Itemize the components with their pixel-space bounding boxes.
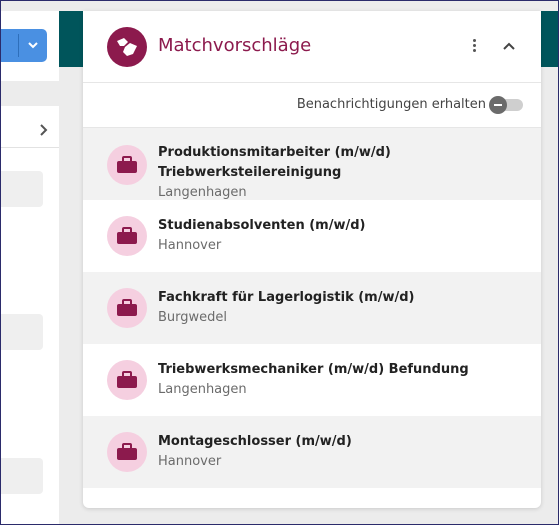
briefcase-icon <box>117 227 137 244</box>
toggle-off-icon <box>489 96 507 114</box>
briefcase-icon <box>117 299 137 316</box>
input-field[interactable] <box>1 171 43 207</box>
job-title: Montageschlosser (m/w/d) <box>158 434 352 449</box>
logo <box>107 27 147 67</box>
panel-header: Matchvorschläge <box>83 11 541 83</box>
job-list-item[interactable]: Produktionsmitarbeiter (m/w/d) Triebwerk… <box>83 128 541 200</box>
job-list-item[interactable]: Studienabsolventen (m/w/d) Hannover <box>83 200 541 272</box>
handshake-icon <box>117 38 137 56</box>
job-list-item[interactable]: Montageschlosser (m/w/d) Hannover <box>83 416 541 488</box>
job-title: Triebwerksmechaniker (m/w/d) Befundung <box>158 362 469 377</box>
job-list: Produktionsmitarbeiter (m/w/d) Triebwerk… <box>83 128 541 488</box>
job-title: Produktionsmitarbeiter (m/w/d) <box>158 145 391 160</box>
notification-label: Benachrichtigungen erhalten <box>296 97 486 112</box>
match-suggestions-panel: Matchvorschläge Benachrichtigungen erhal… <box>83 11 541 508</box>
input-field[interactable] <box>1 314 43 350</box>
job-icon <box>107 216 147 256</box>
button-divider <box>18 34 19 57</box>
job-location: Langenhagen <box>158 185 247 200</box>
chevron-down-icon <box>28 42 38 49</box>
job-title: Fachkraft für Lagerlogistik (m/w/d) <box>158 290 415 305</box>
expand-row[interactable] <box>1 113 59 147</box>
notification-setting: Benachrichtigungen erhalten <box>83 83 541 128</box>
briefcase-icon <box>117 156 137 173</box>
job-list-item[interactable]: Fachkraft für Lagerlogistik (m/w/d) Burg… <box>83 272 541 344</box>
job-title-line2: Triebwerksteilereinigung <box>158 165 342 180</box>
input-field[interactable] <box>1 458 43 494</box>
job-icon <box>107 145 147 185</box>
job-icon <box>107 360 147 400</box>
job-location: Hannover <box>158 454 222 469</box>
panel-title: Matchvorschläge <box>158 35 312 56</box>
job-title: Studienabsolventen (m/w/d) <box>158 218 366 233</box>
job-location: Hannover <box>158 238 222 253</box>
job-list-item[interactable]: Triebwerksmechaniker (m/w/d) Befundung L… <box>83 344 541 416</box>
dropdown-button[interactable] <box>1 29 47 62</box>
job-icon <box>107 288 147 328</box>
notification-toggle[interactable] <box>489 96 525 114</box>
briefcase-icon <box>117 371 137 388</box>
job-location: Burgwedel <box>158 310 228 325</box>
more-vertical-icon[interactable] <box>466 37 482 57</box>
job-icon <box>107 432 147 472</box>
briefcase-icon <box>117 443 137 460</box>
chevron-right-icon <box>40 124 48 136</box>
app-window: Matchvorschläge Benachrichtigungen erhal… <box>0 0 559 525</box>
job-location: Langenhagen <box>158 382 247 397</box>
divider <box>1 147 59 148</box>
chevron-up-icon[interactable] <box>501 40 517 52</box>
